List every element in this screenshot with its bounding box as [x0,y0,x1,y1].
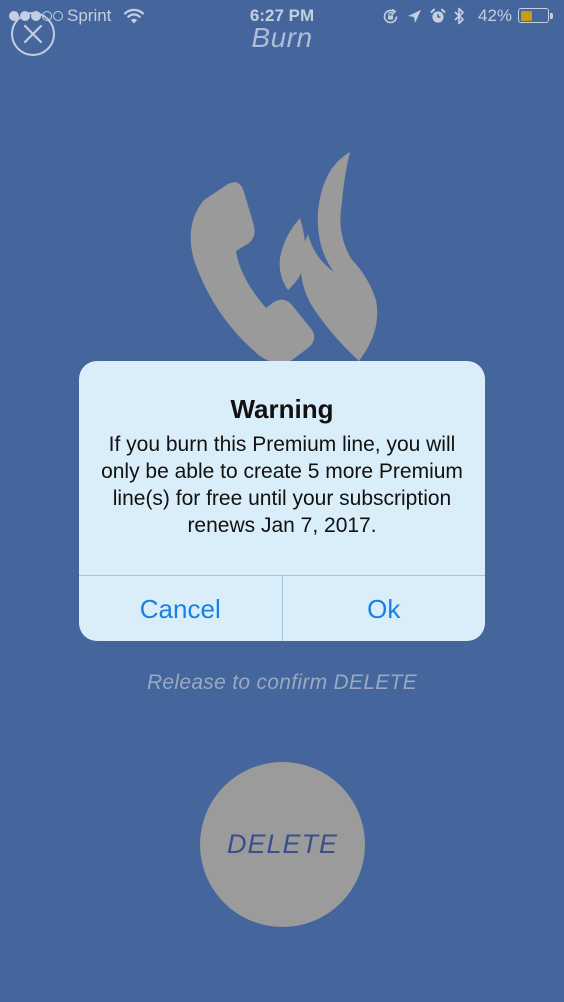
release-hint: Release to confirm DELETE [146,671,418,694]
alert-title: Warning [230,394,334,424]
delete-button[interactable]: DELETE [200,762,365,927]
burn-phone-flame-icon [190,152,378,364]
ok-button[interactable]: Ok [281,576,486,641]
battery-icon [518,8,549,23]
screen-title: Burn [251,22,313,53]
alert-button-row: Cancel Ok [79,575,485,641]
warning-alert-dialog: Warning If you burn this Premium line, y… [79,361,485,641]
alert-message: If you burn this Premium line, you will … [101,433,463,537]
battery-level [520,10,532,21]
battery-tip [550,13,553,19]
cancel-button[interactable]: Cancel [79,576,282,641]
